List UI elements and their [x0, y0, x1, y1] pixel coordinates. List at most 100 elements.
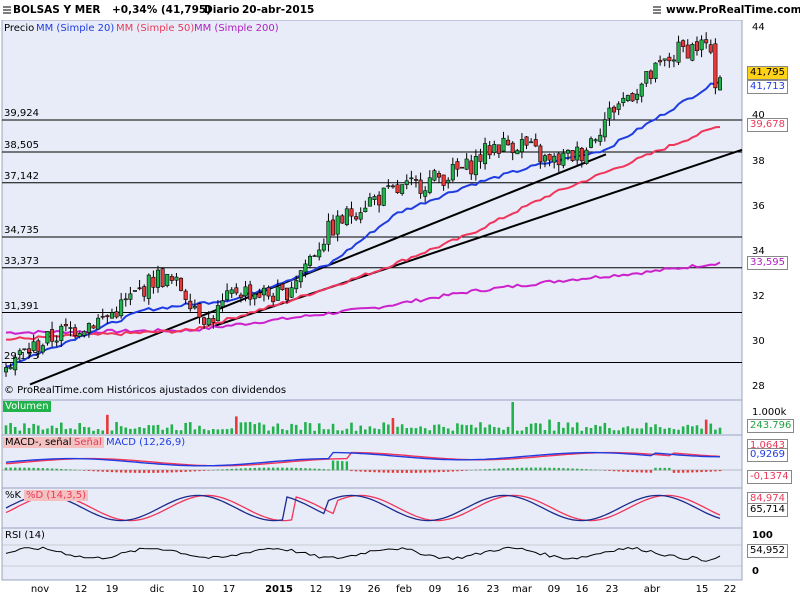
candle-body	[598, 134, 603, 142]
macd-histogram-bar	[142, 470, 146, 473]
volume-bar	[304, 422, 307, 434]
macd-histogram-bar	[387, 470, 390, 473]
macd-histogram-bar	[175, 470, 178, 473]
candle-body	[50, 329, 55, 342]
candle-body	[685, 44, 690, 59]
volume-bar	[308, 423, 312, 434]
volume-bar	[96, 429, 100, 434]
candle-body	[478, 154, 483, 162]
volume-bar	[571, 427, 574, 434]
volume-bar	[423, 428, 427, 434]
x-tick: 15	[695, 584, 709, 595]
volume-bar	[654, 424, 657, 434]
macd-histogram-bar	[382, 470, 385, 473]
candle-body	[621, 97, 626, 104]
candle-body	[409, 177, 414, 180]
macd-histogram-bar	[437, 470, 441, 473]
macd-histogram-bar	[373, 470, 376, 473]
candle-body	[123, 298, 128, 301]
candle-body	[312, 255, 317, 257]
volume-bar	[704, 419, 708, 434]
candle-body	[676, 41, 681, 63]
macd-histogram-bar	[133, 470, 137, 473]
volume-bar	[18, 430, 22, 434]
volume-bar	[649, 427, 653, 434]
volume-bar	[626, 426, 630, 434]
volume-bar	[188, 422, 192, 434]
candle-body	[437, 173, 442, 178]
rsi-label: RSI (14)	[5, 530, 45, 541]
x-tick: 19	[338, 584, 352, 595]
candle-body	[289, 287, 294, 298]
candle-body	[160, 268, 165, 287]
stoch-d-label: %D (14,3,5)	[24, 490, 88, 501]
volume-bar	[400, 424, 404, 434]
candle-body	[271, 295, 276, 303]
x-tick: 16	[575, 584, 589, 595]
candle-body	[390, 185, 395, 188]
volume-bar	[336, 430, 339, 434]
volume-bar	[391, 418, 395, 434]
volume-bar	[359, 425, 362, 434]
chart-menu-icon-right[interactable]	[653, 6, 661, 14]
volume-bar	[101, 430, 105, 434]
candle-body	[308, 256, 313, 266]
site-url[interactable]: www.ProRealTime.com	[666, 4, 800, 16]
candle-body	[570, 150, 575, 161]
volume-bar	[488, 424, 491, 434]
candle-body	[492, 144, 497, 153]
volume-bar	[368, 426, 372, 434]
chart-menu-icon[interactable]	[3, 6, 11, 14]
candle-body	[77, 333, 82, 337]
candle-body	[344, 208, 349, 225]
volume-bar	[672, 429, 676, 434]
volume-bar	[497, 427, 501, 434]
volume-bar	[640, 428, 643, 434]
candle-body	[22, 348, 27, 351]
candle-body	[82, 331, 87, 336]
price-tick: 36	[752, 201, 765, 212]
volume-bar	[313, 430, 316, 434]
volume-bar	[631, 428, 634, 434]
volume-bar	[78, 423, 82, 434]
volume-bar	[502, 429, 505, 434]
candle-body	[220, 300, 225, 308]
macd-histogram-bar	[410, 470, 413, 473]
volume-bar	[506, 426, 510, 434]
candle-body	[450, 164, 455, 181]
volume-bar	[69, 428, 72, 434]
volume-bar	[681, 426, 685, 434]
volume-bar	[55, 427, 58, 434]
candle-body	[515, 150, 520, 155]
volume-bar	[557, 421, 561, 434]
volume-bar	[202, 429, 206, 434]
candle-body	[192, 306, 197, 309]
volume-bar	[585, 427, 588, 434]
volume-bar	[529, 423, 533, 434]
candle-body	[717, 77, 722, 91]
candle-body	[602, 119, 607, 138]
candle-body	[54, 340, 59, 343]
volume-bar	[92, 430, 95, 434]
volume-bar	[73, 429, 77, 434]
macd-histogram-bar	[377, 470, 381, 473]
candle-body	[197, 303, 202, 318]
candle-body	[483, 143, 488, 165]
price-panel	[1, 19, 743, 401]
rsi-bottom: 0	[752, 566, 759, 577]
macd-histogram-bar	[170, 470, 174, 473]
volume-bar	[354, 430, 358, 434]
candle-body	[146, 274, 151, 299]
rsi-badge: 54,952	[747, 544, 788, 558]
candle-body	[662, 58, 667, 61]
volume-bar	[258, 422, 261, 434]
volume-bar	[129, 428, 132, 434]
macd-histogram-bar	[681, 470, 685, 473]
rsi-top: 100	[752, 530, 773, 541]
candle-body	[63, 324, 68, 327]
price-legend: Precio	[4, 23, 35, 34]
volume-bar	[262, 424, 266, 434]
volume-bar	[32, 423, 35, 434]
volume-bar	[373, 428, 376, 434]
volume-bar	[419, 426, 422, 434]
